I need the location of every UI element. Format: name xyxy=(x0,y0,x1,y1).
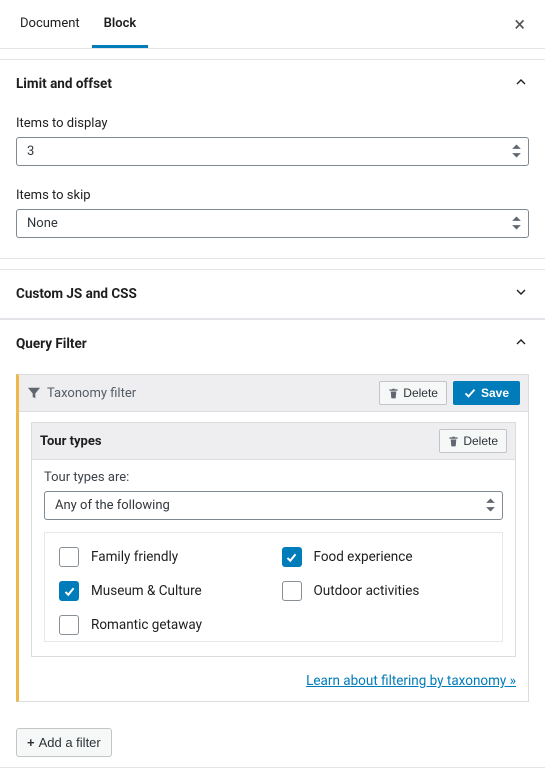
add-filter-row: + Add a filter xyxy=(0,718,545,767)
trash-icon xyxy=(388,388,399,399)
option-label: Food experience xyxy=(314,549,413,565)
items-skip-label: Items to skip xyxy=(16,188,529,203)
condition-select[interactable]: Any of the following xyxy=(44,491,503,520)
tab-block[interactable]: Block xyxy=(92,0,149,48)
option-food-experience[interactable]: Food experience xyxy=(282,547,489,567)
tour-types-box: Tour types Delete Tour types are: Any of… xyxy=(31,422,516,657)
option-family-friendly[interactable]: Family friendly xyxy=(59,547,266,567)
option-label: Outdoor activities xyxy=(314,583,420,599)
taxonomy-filter-title-text: Taxonomy filter xyxy=(47,386,136,401)
condition-label: Tour types are: xyxy=(44,470,503,485)
taxonomy-filter-box: Taxonomy filter Delete Save Tour types D… xyxy=(16,374,529,702)
option-romantic-getaway[interactable]: Romantic getaway xyxy=(59,615,266,635)
section-query-filter: Query Filter Taxonomy filter Delete Save… xyxy=(0,319,545,768)
delete-label: Delete xyxy=(403,386,438,400)
save-label: Save xyxy=(481,386,509,400)
section-custom-header[interactable]: Custom JS and CSS xyxy=(0,270,545,318)
section-limit-offset: Limit and offset Items to display 3 Item… xyxy=(0,59,545,259)
delete-label: Delete xyxy=(463,434,498,448)
chevron-up-icon xyxy=(513,74,529,94)
tour-types-body: Tour types are: Any of the following Fam… xyxy=(32,460,515,656)
checkbox-icon xyxy=(282,581,302,601)
checkbox-icon xyxy=(59,547,79,567)
section-custom-js-css: Custom JS and CSS xyxy=(0,269,545,319)
items-skip-select[interactable]: None xyxy=(16,209,529,238)
section-limit-offset-body: Items to display 3 Items to skip None xyxy=(0,116,545,258)
checkbox-checked-icon xyxy=(59,581,79,601)
taxonomy-filter-title: Taxonomy filter xyxy=(27,386,373,401)
option-museum-culture[interactable]: Museum & Culture xyxy=(59,581,266,601)
learn-taxonomy-link[interactable]: Learn about filtering by taxonomy » xyxy=(19,667,528,701)
add-filter-label: Add a filter xyxy=(39,735,101,750)
option-label: Romantic getaway xyxy=(91,617,202,633)
tour-types-options: Family friendly Food experience Museum &… xyxy=(44,532,503,642)
tour-types-heading: Tour types xyxy=(40,434,439,449)
section-title: Query Filter xyxy=(16,336,513,352)
section-title: Limit and offset xyxy=(16,76,513,92)
trash-icon xyxy=(448,436,459,447)
delete-tour-types-button[interactable]: Delete xyxy=(439,429,507,453)
add-filter-button[interactable]: + Add a filter xyxy=(16,728,112,757)
checkbox-icon xyxy=(59,615,79,635)
items-display-label: Items to display xyxy=(16,116,529,131)
option-label: Museum & Culture xyxy=(91,583,202,599)
section-query-filter-header[interactable]: Query Filter xyxy=(0,320,545,368)
close-icon[interactable]: × xyxy=(510,10,529,38)
items-display-select[interactable]: 3 xyxy=(16,137,529,166)
delete-filter-button[interactable]: Delete xyxy=(379,381,447,405)
chevron-down-icon xyxy=(513,284,529,304)
check-icon xyxy=(464,387,476,399)
option-outdoor-activities[interactable]: Outdoor activities xyxy=(282,581,489,601)
section-title: Custom JS and CSS xyxy=(16,286,513,302)
plus-icon: + xyxy=(27,735,35,750)
chevron-up-icon xyxy=(513,334,529,354)
inspector-tabs: Document Block × xyxy=(0,0,545,49)
tab-document[interactable]: Document xyxy=(8,0,92,48)
tour-types-header: Tour types Delete xyxy=(32,423,515,460)
taxonomy-filter-header: Taxonomy filter Delete Save xyxy=(19,375,528,412)
section-limit-offset-header[interactable]: Limit and offset xyxy=(0,60,545,108)
option-label: Family friendly xyxy=(91,549,178,565)
checkbox-checked-icon xyxy=(282,547,302,567)
funnel-icon xyxy=(27,386,41,400)
save-filter-button[interactable]: Save xyxy=(453,381,520,405)
